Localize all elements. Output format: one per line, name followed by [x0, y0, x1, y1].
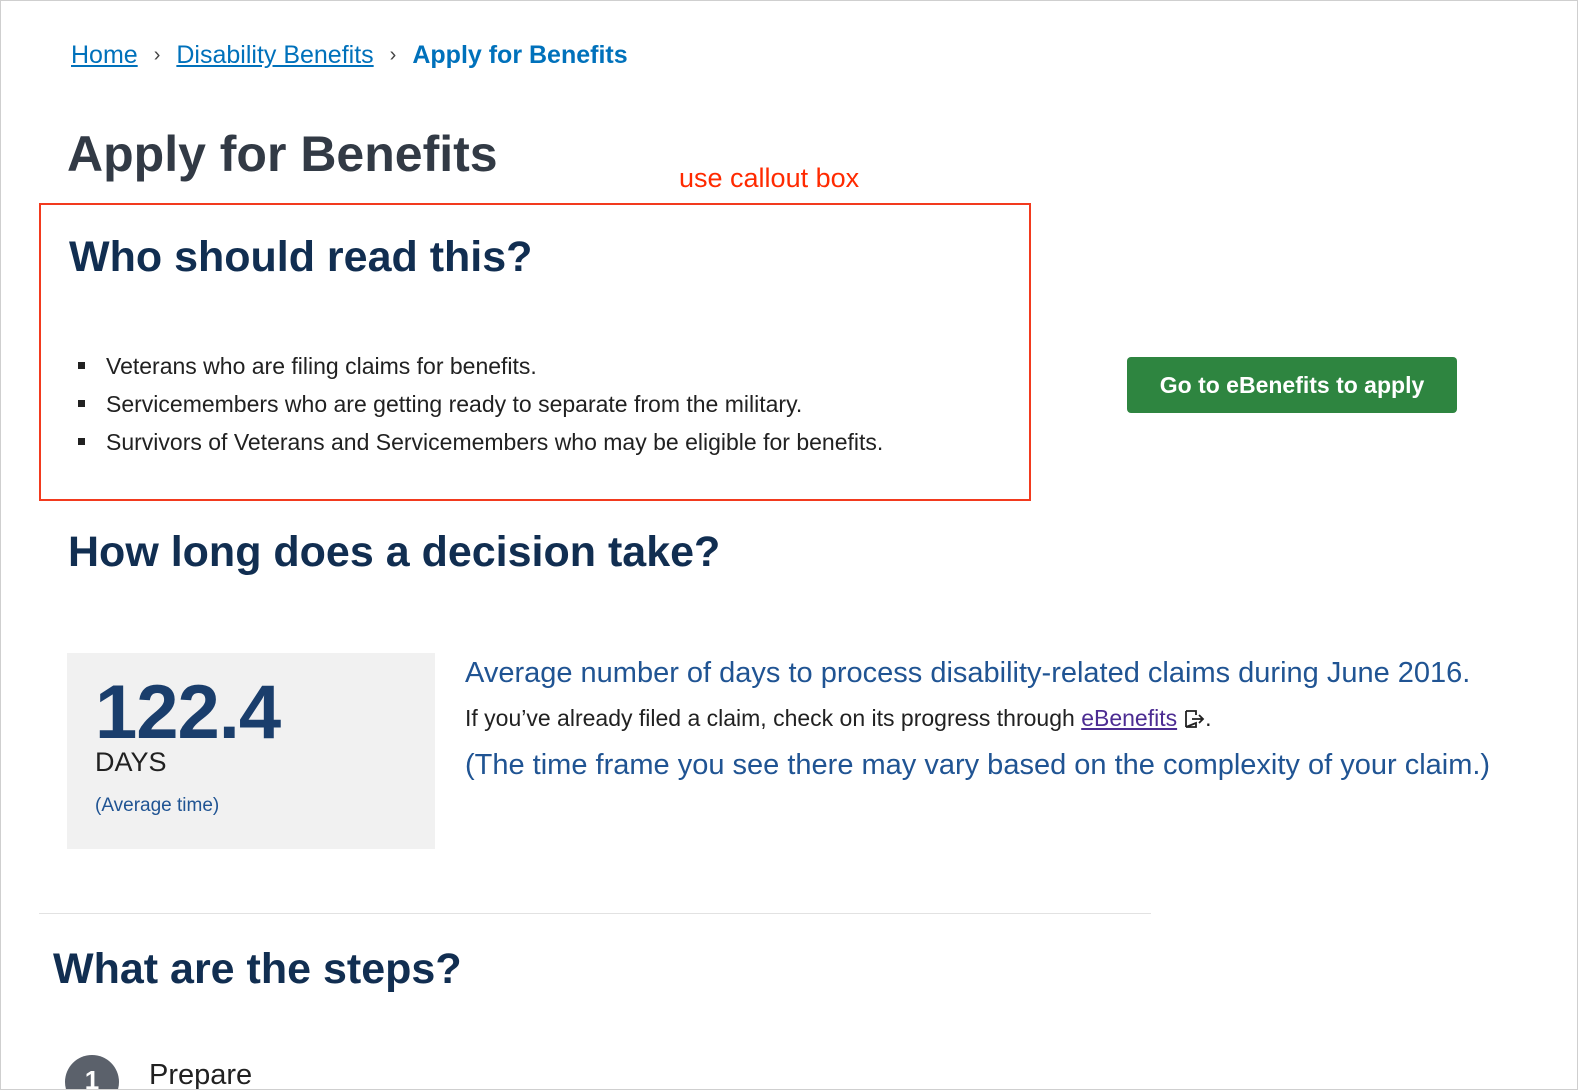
who-heading: Who should read this?	[69, 233, 533, 281]
go-to-ebenefits-button[interactable]: Go to eBenefits to apply	[1127, 357, 1457, 413]
annotation-label: use callout box	[679, 163, 860, 193]
stat-description: Average number of days to process disabi…	[465, 657, 1471, 689]
step-label: Prepare	[149, 1059, 253, 1090]
stat-value: 122.4	[95, 670, 281, 755]
stat-box: 122.4 DAYS (Average time)	[67, 653, 435, 849]
who-list: Veterans who are filing claims for benef…	[77, 347, 883, 461]
list-item-text: Veterans who are filing claims for benef…	[106, 353, 537, 379]
breadcrumb: Home › Disability Benefits › Apply for B…	[71, 41, 628, 70]
stat-timeframe: (The time frame you see there may vary b…	[465, 749, 1491, 781]
bullet-icon	[78, 400, 85, 407]
list-item-text: Servicemembers who are getting ready to …	[106, 391, 803, 417]
list-item-text: Survivors of Veterans and Servicemembers…	[106, 429, 884, 455]
list-item: Survivors of Veterans and Servicemembers…	[77, 423, 883, 461]
breadcrumb-separator: ›	[153, 44, 161, 66]
breadcrumb-disability-link[interactable]: Disability Benefits	[176, 41, 373, 70]
ebenefits-link[interactable]: eBenefits	[1081, 705, 1177, 732]
stat-check-text: If you’ve already filed a claim, check o…	[465, 705, 1212, 732]
page-title: Apply for Benefits	[67, 126, 498, 182]
bullet-icon	[78, 362, 85, 369]
list-item: Servicemembers who are getting ready to …	[77, 385, 883, 423]
stat-note: (Average time)	[95, 795, 220, 816]
external-link-icon[interactable]	[1183, 708, 1205, 730]
step-number-badge: 1	[65, 1055, 119, 1089]
list-item: Veterans who are filing claims for benef…	[77, 347, 883, 385]
stat-check-prefix: If you’ve already filed a claim, check o…	[465, 705, 1082, 731]
bullet-icon	[78, 438, 85, 445]
decision-heading: How long does a decision take?	[68, 528, 721, 576]
breadcrumb-current: Apply for Benefits	[412, 41, 628, 69]
stat-check-suffix: .	[1205, 705, 1212, 731]
steps-heading: What are the steps?	[53, 945, 462, 993]
page-frame: Home › Disability Benefits › Apply for B…	[0, 0, 1578, 1090]
breadcrumb-home-link[interactable]: Home	[71, 41, 138, 70]
breadcrumb-separator: ›	[389, 44, 397, 66]
stat-unit: DAYS	[95, 747, 167, 777]
divider	[39, 913, 1151, 914]
